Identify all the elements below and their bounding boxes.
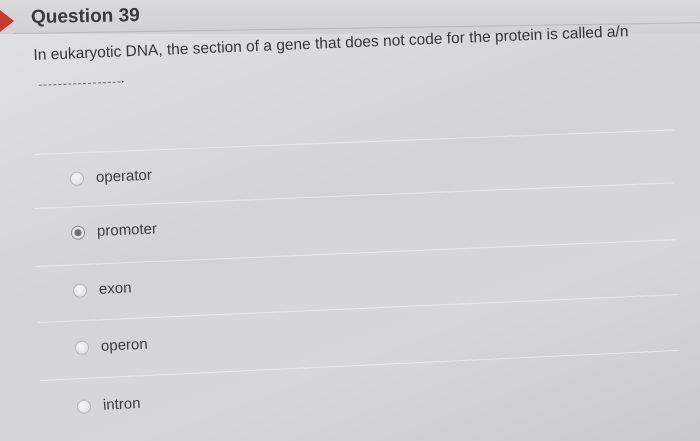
- option-exon[interactable]: exon: [72, 279, 132, 299]
- question-title: Question 39: [30, 5, 140, 28]
- option-divider: [38, 294, 678, 323]
- option-divider: [34, 129, 674, 155]
- option-label: exon: [98, 279, 132, 298]
- blank-suffix: .: [120, 69, 126, 87]
- question-flag-icon: [0, 10, 14, 32]
- option-divider: [40, 349, 680, 381]
- option-intron[interactable]: intron: [76, 394, 141, 415]
- option-label: operator: [95, 166, 153, 186]
- radio-button-selected[interactable]: [70, 224, 86, 240]
- radio-button[interactable]: [69, 170, 85, 186]
- radio-button[interactable]: [74, 339, 90, 355]
- option-divider: [34, 182, 674, 209]
- radio-button[interactable]: [76, 398, 92, 414]
- option-promoter[interactable]: promoter: [70, 220, 158, 241]
- quiz-page: Question 39 In eukaryotic DNA, the secti…: [0, 0, 700, 441]
- option-label: operon: [100, 335, 149, 355]
- option-operator[interactable]: operator: [69, 166, 153, 187]
- option-operon[interactable]: operon: [74, 335, 149, 356]
- answer-blank: [38, 71, 121, 86]
- radio-button[interactable]: [72, 282, 88, 298]
- option-label: intron: [102, 394, 141, 414]
- option-divider: [36, 239, 676, 267]
- option-label: promoter: [96, 220, 158, 240]
